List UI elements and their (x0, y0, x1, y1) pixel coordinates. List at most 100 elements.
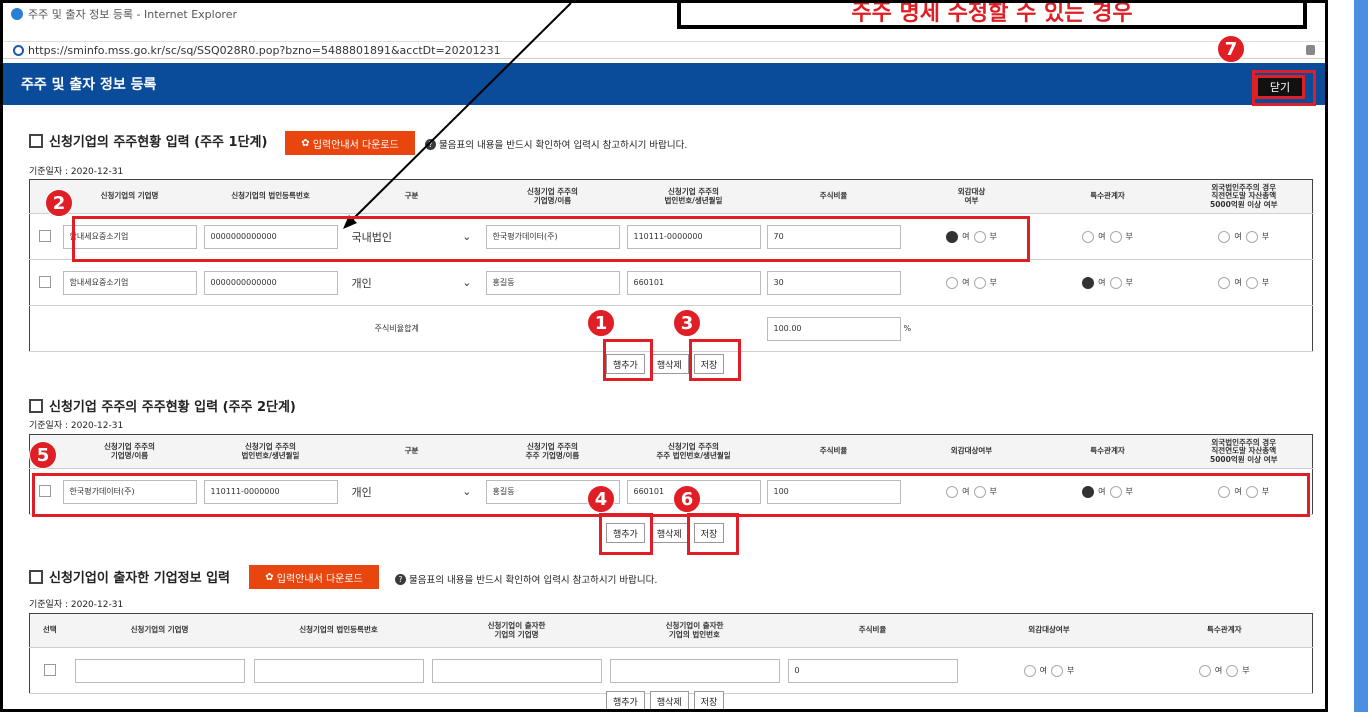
col-header: 주식비율 (763, 434, 904, 469)
col-header: 신청기업 주주의 기업명/이름 (59, 434, 200, 469)
delete-row-button[interactable]: 행삭제 (649, 354, 689, 374)
row-checkbox[interactable] (43, 663, 56, 676)
window-title: 주주 및 출자 정보 등록 - Internet Explorer (28, 8, 238, 21)
browser-window: 주주 및 출자 정보 등록 - Internet Explorer https:… (0, 0, 1328, 712)
col-header: 구분 (341, 434, 482, 469)
yes-radio[interactable] (1082, 276, 1095, 289)
ratio-input[interactable]: 0 (787, 658, 958, 683)
question-icon: ? (425, 138, 436, 150)
yes-radio[interactable] (946, 276, 959, 289)
row-checkbox[interactable] (38, 275, 51, 288)
table-header: 신청기업 주주의 기업명/이름 신청기업 주주의 법인번호/생년월일 구분 신청기업… (29, 434, 1313, 469)
invested-company-input[interactable] (431, 658, 602, 683)
base-date-3: 기준일자 : 2020-12-31 (29, 600, 124, 610)
col-header: 신청기업 주주의 주주 기업명/이름 (481, 434, 624, 469)
yes-radio[interactable] (1218, 276, 1231, 289)
table-section1: 신청기업의 기업명 신청기업의 법인등록번호 구분 신청기업 주주의 기업명/이름… (29, 179, 1313, 352)
regno-input[interactable]: 0000000000000 (203, 270, 338, 295)
scroll-strip[interactable] (1354, 0, 1368, 712)
no-radio[interactable] (1245, 276, 1258, 289)
page-title: 주주 및 출자 정보 등록 (21, 77, 157, 93)
gear-icon: ✿ (301, 137, 313, 149)
highlight-save-button (689, 339, 741, 381)
highlight-save-button (687, 513, 739, 555)
col-header: 신청기업이 출자한 기업의 법인번호 (605, 613, 784, 648)
col-header: 외국법인주주의 경우 직전연도말 자산총액 5000억원 이상 여부 (1175, 434, 1313, 469)
save-button[interactable]: 저장 (693, 691, 725, 709)
sum-unit: % (903, 305, 1040, 352)
step-badge: 1 (587, 309, 615, 337)
company-input[interactable] (74, 658, 245, 683)
col-header: 신청기업의 법인등록번호 (199, 179, 342, 214)
company-input[interactable]: 함내세요중소기업 (62, 270, 197, 295)
ratio-input[interactable]: 30 (766, 270, 901, 295)
section2-title: 신청기업 주주의 주주현황 입력 (주주 2단계) (29, 396, 296, 415)
yes-radio[interactable] (1198, 664, 1211, 677)
table-row: 0 여부 여부 (29, 647, 1313, 694)
callout-box: 주주 명세 수정할 수 있는 경우 (677, 3, 1307, 29)
guide-download-button-1[interactable]: ✿ 입력안내서 다운로드 (285, 131, 415, 155)
address-bar[interactable]: https://sminfo.mss.go.kr/sc/sq/SSQ028R0.… (3, 41, 1325, 59)
no-radio[interactable] (1245, 230, 1258, 243)
highlight-row-box (32, 473, 1310, 517)
col-header: 신청기업의 법인등록번호 (249, 613, 428, 648)
table-header: 선택 신청기업의 기업명 신청기업의 법인등록번호 신청기업이 출자한 기업의 기… (29, 613, 1313, 648)
col-header: 특수관계자 (1039, 434, 1176, 469)
section3-title: 신청기업이 출자한 기업정보 입력 (29, 567, 230, 586)
no-radio[interactable] (1109, 276, 1122, 289)
no-radio[interactable] (973, 276, 986, 289)
page-gap (1328, 0, 1354, 712)
sum-row: 주식비율합계 100.00 % (29, 305, 1313, 352)
guide-download-button-2[interactable]: ✿ 입력안내서 다운로드 (249, 565, 379, 589)
holder-input[interactable]: 홍길동 (485, 270, 620, 295)
col-header: 외국법인주주의 경우 직전연도말 자산총액 5000억원 이상 여부 (1175, 179, 1313, 214)
col-header: 주식비율 (783, 613, 962, 648)
chevron-down-icon: ⌄ (462, 276, 472, 289)
no-radio[interactable] (1051, 664, 1063, 677)
highlight-row-box (72, 216, 1030, 262)
col-header: 신청기업의 기업명 (69, 613, 250, 648)
col-header: 외감대상여부 (961, 613, 1137, 648)
help-note-2: ? 물음표의 내용을 반드시 확인하여 입력시 참고하시기 바랍니다. (395, 572, 657, 586)
step-badge: 5 (29, 441, 57, 469)
regno-input[interactable] (253, 658, 424, 683)
step-badge: 3 (673, 309, 701, 337)
table-row: 함내세요중소기업 0000000000000 개인 ⌄ 홍길동 660101 30… (29, 259, 1313, 306)
site-icon (13, 44, 24, 56)
highlight-add-button (599, 513, 653, 555)
section3-actions: 행추가 행삭제 저장 (606, 691, 725, 709)
base-date-2: 기준일자 : 2020-12-31 (29, 421, 124, 431)
col-header: 주식비율 (763, 179, 904, 214)
add-row-button[interactable]: 행추가 (606, 691, 645, 709)
col-header: 특수관계자 (1136, 613, 1313, 648)
yes-radio[interactable] (1023, 664, 1036, 677)
invested-regno-input[interactable] (609, 658, 780, 683)
no-radio[interactable] (1109, 230, 1122, 243)
col-header: 외감대상여부 (903, 434, 1040, 469)
col-header: 신청기업 주주의 법인번호/생년월일 (199, 434, 342, 469)
col-header: 선택 (29, 613, 70, 648)
section1-title: 신청기업의 주주현황 입력 (주주 1단계) (29, 131, 267, 150)
sum-value: 100.00 (766, 316, 901, 341)
delete-row-button[interactable]: 행삭제 (649, 691, 689, 709)
step-badge: 7 (1217, 35, 1245, 63)
yes-radio[interactable] (1218, 230, 1231, 243)
lock-icon (1306, 45, 1315, 55)
ie-icon (11, 8, 23, 20)
edit-icon (29, 133, 43, 148)
col-header: 외감대상여부 (903, 179, 1040, 214)
delete-row-button[interactable]: 행삭제 (649, 523, 689, 543)
type-select[interactable]: 개인 ⌄ (352, 275, 472, 291)
edit-icon (29, 398, 43, 413)
question-icon: ? (395, 573, 406, 585)
holder-no-input[interactable]: 660101 (626, 270, 761, 295)
step-badge: 6 (673, 485, 701, 513)
table-section3: 선택 신청기업의 기업명 신청기업의 법인등록번호 신청기업이 출자한 기업의 기… (29, 613, 1313, 694)
gear-icon: ✿ (265, 571, 277, 583)
row-checkbox[interactable] (38, 229, 51, 242)
sum-label: 주식비율합계 (29, 305, 764, 352)
yes-radio[interactable] (1082, 230, 1095, 243)
col-header: 신청기업 주주의 주주 법인번호/생년월일 (623, 434, 764, 469)
col-header: 신청기업의 기업명 (59, 179, 200, 214)
no-radio[interactable] (1226, 664, 1239, 677)
